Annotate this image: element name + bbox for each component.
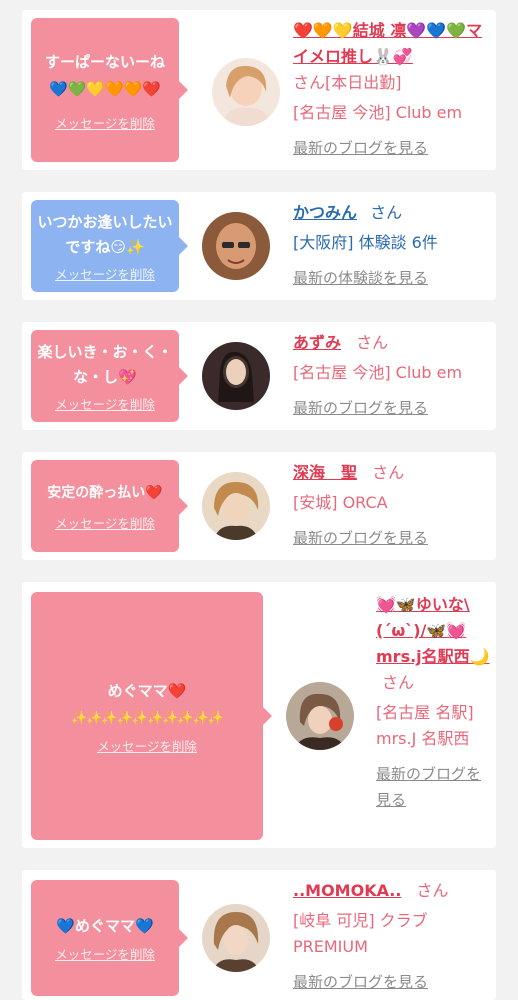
customer-name-link[interactable]: かつみん — [293, 203, 357, 222]
girl-info: かつみん さん [大阪府] 体験談 6件 最新の体験談を見る — [293, 200, 488, 291]
avatar-photo-icon — [202, 212, 270, 280]
shop-info: [安城] ORCA — [293, 493, 388, 512]
latest-blog-link[interactable]: 最新のブログを見る — [293, 135, 488, 161]
honorific: さん — [416, 881, 449, 900]
message-text: 安定の酔っ払い❤️ — [47, 485, 163, 501]
avatar-photo-icon — [286, 682, 354, 750]
message-card: めぐママ❤️ ✨✨✨✨✨✨✨✨✨✨ メッセージを削除 💓🦋ゆいな\(´ω`)/🦋… — [22, 582, 496, 848]
message-bubble: めぐママ❤️ ✨✨✨✨✨✨✨✨✨✨ メッセージを削除 — [31, 592, 272, 840]
delete-message-link[interactable]: メッセージを削除 — [55, 264, 155, 283]
delete-message-link[interactable]: メッセージを削除 — [55, 113, 155, 132]
message-text: 💙めぐママ💙 — [56, 917, 154, 935]
avatar[interactable] — [202, 212, 270, 280]
girl-info: ..MOMOKA.. さん [岐阜 可児] クラブ PREMIUM 最新のブログ… — [293, 878, 488, 995]
girl-name-link[interactable]: 深海 聖 — [293, 463, 357, 482]
girl-info: 💓🦋ゆいな\(´ω`)/🦋💓mrs.j名駅西🌙 さん [名古屋 名駅] mrs.… — [376, 592, 491, 813]
girl-info: あずみ さん [名古屋 今池] Club em 最新のブログを見る — [293, 330, 488, 421]
sparkle-line: ✨✨✨✨✨✨✨✨✨✨ — [71, 710, 224, 726]
girl-name-link[interactable]: あずみ — [293, 333, 341, 352]
avatar-photo-icon — [202, 904, 270, 972]
latest-blog-link[interactable]: 最新のブログを見る — [293, 525, 488, 551]
avatar-photo-icon — [212, 58, 280, 126]
message-card: すーぱーないーね💙💚💛🧡🧡❤️ メッセージを削除 ❤️🧡💛結城 凛💜💙💚マイメロ… — [22, 10, 496, 170]
girl-name-link[interactable]: 💓🦋ゆいな\(´ω`)/🦋💓mrs.j名駅西🌙 — [376, 595, 490, 666]
honorific: さん — [382, 673, 415, 692]
avatar[interactable] — [202, 472, 270, 540]
message-card: 楽しいき・お・く・な・し💖 メッセージを削除 あずみ さん [名古屋 今池] C… — [22, 322, 496, 430]
latest-blog-link[interactable]: 最新のブログを見る — [376, 761, 491, 813]
avatar[interactable] — [212, 58, 280, 126]
delete-message-link[interactable]: メッセージを削除 — [97, 736, 197, 755]
latest-blog-link[interactable]: 最新のブログを見る — [293, 969, 488, 995]
delete-message-link[interactable]: メッセージを削除 — [55, 513, 155, 532]
message-text: めぐママ❤️ — [107, 681, 187, 700]
message-text: 楽しいき・お・く・な・し💖 — [37, 342, 173, 386]
honorific-status: さん[本日出勤] — [293, 73, 402, 92]
shop-info: [名古屋 名駅] mrs.J 名駅西 — [376, 703, 474, 748]
honorific: さん — [356, 333, 389, 352]
message-card: 💙めぐママ💙 メッセージを削除 ..MOMOKA.. さん [岐阜 可児] クラ… — [22, 870, 496, 1000]
shop-info: [名古屋 今池] Club em — [293, 103, 463, 122]
delete-message-link[interactable]: メッセージを削除 — [55, 394, 155, 413]
message-bubble: いつかお逢いしたいですね😏✨ メッセージを削除 — [31, 200, 188, 292]
avatar[interactable] — [202, 904, 270, 972]
message-text: すーぱーないーね💙💚💛🧡🧡❤️ — [44, 52, 165, 98]
girl-info: ❤️🧡💛結城 凛💜💙💚マイメロ推し🐰💞 さん[本日出勤] [名古屋 今池] Cl… — [293, 18, 488, 161]
shop-info: [岐阜 可児] クラブ PREMIUM — [293, 911, 428, 956]
message-card: 安定の酔っ払い❤️ メッセージを削除 深海 聖 さん [安城] ORCA 最新の… — [22, 452, 496, 560]
message-bubble: 楽しいき・お・く・な・し💖 メッセージを削除 — [31, 330, 188, 422]
message-bubble: 安定の酔っ払い❤️ メッセージを削除 — [31, 460, 188, 552]
message-bubble: 💙めぐママ💙 メッセージを削除 — [31, 880, 188, 996]
girl-info: 深海 聖 さん [安城] ORCA 最新のブログを見る — [293, 460, 488, 551]
avatar[interactable] — [202, 342, 270, 410]
avatar[interactable] — [286, 682, 354, 750]
message-bubble: すーぱーないーね💙💚💛🧡🧡❤️ メッセージを削除 — [31, 18, 188, 162]
avatar-photo-icon — [202, 472, 270, 540]
girl-name-link[interactable]: ❤️🧡💛結城 凛💜💙💚マイメロ推し🐰💞 — [293, 21, 482, 66]
latest-blog-link[interactable]: 最新のブログを見る — [293, 395, 488, 421]
message-text: いつかお逢いしたいですね😏✨ — [37, 212, 173, 256]
honorific: さん — [372, 463, 405, 482]
honorific: さん — [370, 203, 403, 222]
girl-name-link[interactable]: ..MOMOKA.. — [293, 881, 401, 900]
latest-review-link[interactable]: 最新の体験談を見る — [293, 265, 488, 291]
avatar-photo-icon — [202, 342, 270, 410]
review-info: [大阪府] 体験談 6件 — [293, 233, 438, 252]
delete-message-link[interactable]: メッセージを削除 — [55, 944, 155, 963]
shop-info: [名古屋 今池] Club em — [293, 363, 463, 382]
message-card: いつかお逢いしたいですね😏✨ メッセージを削除 かつみん さん [大阪府] 体験… — [22, 192, 496, 300]
